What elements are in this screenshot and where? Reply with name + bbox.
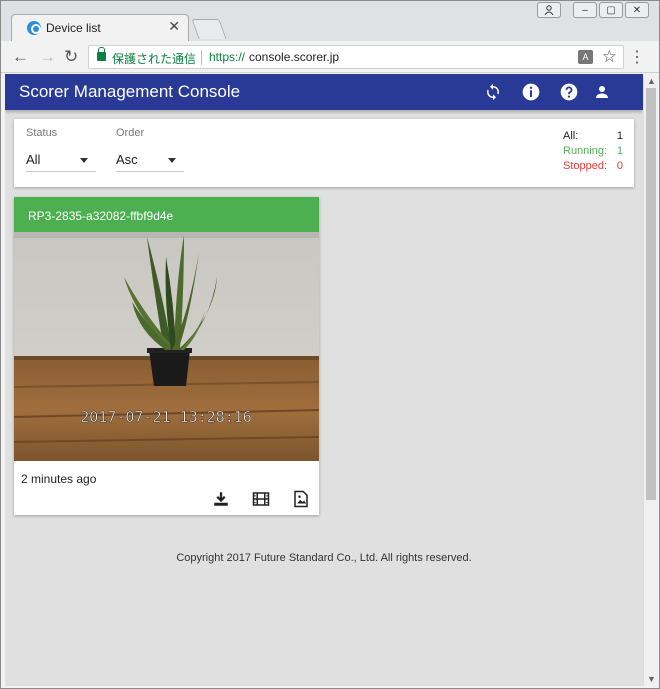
window-controls: – ▢ ✕ <box>537 2 649 18</box>
copyright: Copyright 2017 Future Standard Co., Ltd.… <box>176 552 472 564</box>
status-value: All <box>26 152 41 167</box>
tab-close-icon[interactable]: ✕ <box>168 18 180 35</box>
browser-menu-icon[interactable]: ⋮ <box>629 47 645 67</box>
url-host: console.scorer.jp <box>249 50 340 64</box>
scroll-thumb[interactable] <box>646 88 656 500</box>
video-icon[interactable] <box>251 489 271 509</box>
browser-tab[interactable]: Device list ✕ <box>11 14 189 41</box>
stat-all: All: 1 <box>563 130 623 145</box>
help-icon[interactable] <box>558 81 580 103</box>
new-tab-button[interactable] <box>191 19 227 39</box>
lock-icon <box>97 47 106 61</box>
minimize-button[interactable]: – <box>573 2 597 18</box>
stat-running-label: Running: <box>563 145 608 157</box>
titlebar: Device list ✕ – ▢ ✕ <box>1 1 659 41</box>
account-icon[interactable] <box>591 81 613 103</box>
page-scrollbar[interactable]: ▲ ▼ <box>643 74 658 686</box>
image-icon[interactable] <box>291 489 311 509</box>
app-header: Scorer Management Console <box>5 74 643 110</box>
app-title: Scorer Management Console <box>19 82 241 101</box>
download-icon[interactable] <box>211 489 231 509</box>
status-label: Status <box>26 127 58 139</box>
stat-stopped-label: Stopped: <box>563 160 608 172</box>
url-scheme: https:// <box>209 50 246 64</box>
stat-all-value: 1 <box>616 130 623 142</box>
forward-icon[interactable]: → <box>39 47 56 67</box>
browser-toolbar: ← → ↻ 保護された通信 https:// console.scorer.jp… <box>1 41 659 73</box>
maximize-button[interactable]: ▢ <box>599 2 623 18</box>
address-bar[interactable]: 保護された通信 https:// console.scorer.jp A ☆ <box>88 45 624 69</box>
stat-stopped-value: 0 <box>616 160 623 172</box>
back-icon[interactable]: ← <box>12 47 29 67</box>
order-filter: Order Asc <box>116 127 184 172</box>
order-value: Asc <box>116 152 138 167</box>
order-label: Order <box>116 127 145 139</box>
translate-icon[interactable]: A <box>578 50 593 64</box>
device-actions <box>211 489 311 509</box>
status-filter: Status All <box>26 127 96 172</box>
stat-running-value: 1 <box>616 145 623 157</box>
scorer-favicon-icon <box>27 21 41 35</box>
camera-snapshot[interactable]: 2017-07-21 13:28:16 <box>14 232 319 461</box>
tab-title: Device list <box>46 21 101 35</box>
last-update: 2 minutes ago <box>21 472 97 486</box>
scroll-up-icon[interactable]: ▲ <box>647 76 656 86</box>
filter-card: Status All Order Asc All: 1 Running: 1 S… <box>14 119 634 187</box>
reload-icon[interactable]: ↻ <box>64 47 78 67</box>
bookmark-star-icon[interactable]: ☆ <box>602 47 617 67</box>
info-icon[interactable] <box>520 81 542 103</box>
status-dropdown-icon <box>80 158 88 163</box>
device-stats: All: 1 Running: 1 Stopped: 0 <box>563 130 623 175</box>
page-viewport: Scorer Management Console Status All Ord… <box>5 74 643 686</box>
browser-window: Device list ✕ – ▢ ✕ ← → ↻ 保護された通信 https:… <box>0 0 660 689</box>
device-id: RP3-2835-a32082-ffbf9d4e <box>14 197 319 232</box>
omnibox-divider <box>201 50 202 65</box>
device-card[interactable]: RP3-2835-a32082-ffbf9d4e 2017-07-21 13:2… <box>14 197 319 515</box>
status-select[interactable]: All <box>26 152 96 172</box>
close-window-button[interactable]: ✕ <box>625 2 649 18</box>
order-select[interactable]: Asc <box>116 152 184 172</box>
secure-label: 保護された通信 <box>112 52 197 66</box>
order-dropdown-icon <box>168 158 176 163</box>
profile-icon[interactable] <box>537 2 561 18</box>
refresh-icon[interactable] <box>482 81 504 103</box>
scroll-down-icon[interactable]: ▼ <box>647 674 656 684</box>
stat-all-label: All: <box>563 130 579 142</box>
stat-running: Running: 1 <box>563 145 623 160</box>
snapshot-timestamp: 2017-07-21 13:28:16 <box>80 408 252 426</box>
stat-stopped: Stopped: 0 <box>563 160 623 175</box>
